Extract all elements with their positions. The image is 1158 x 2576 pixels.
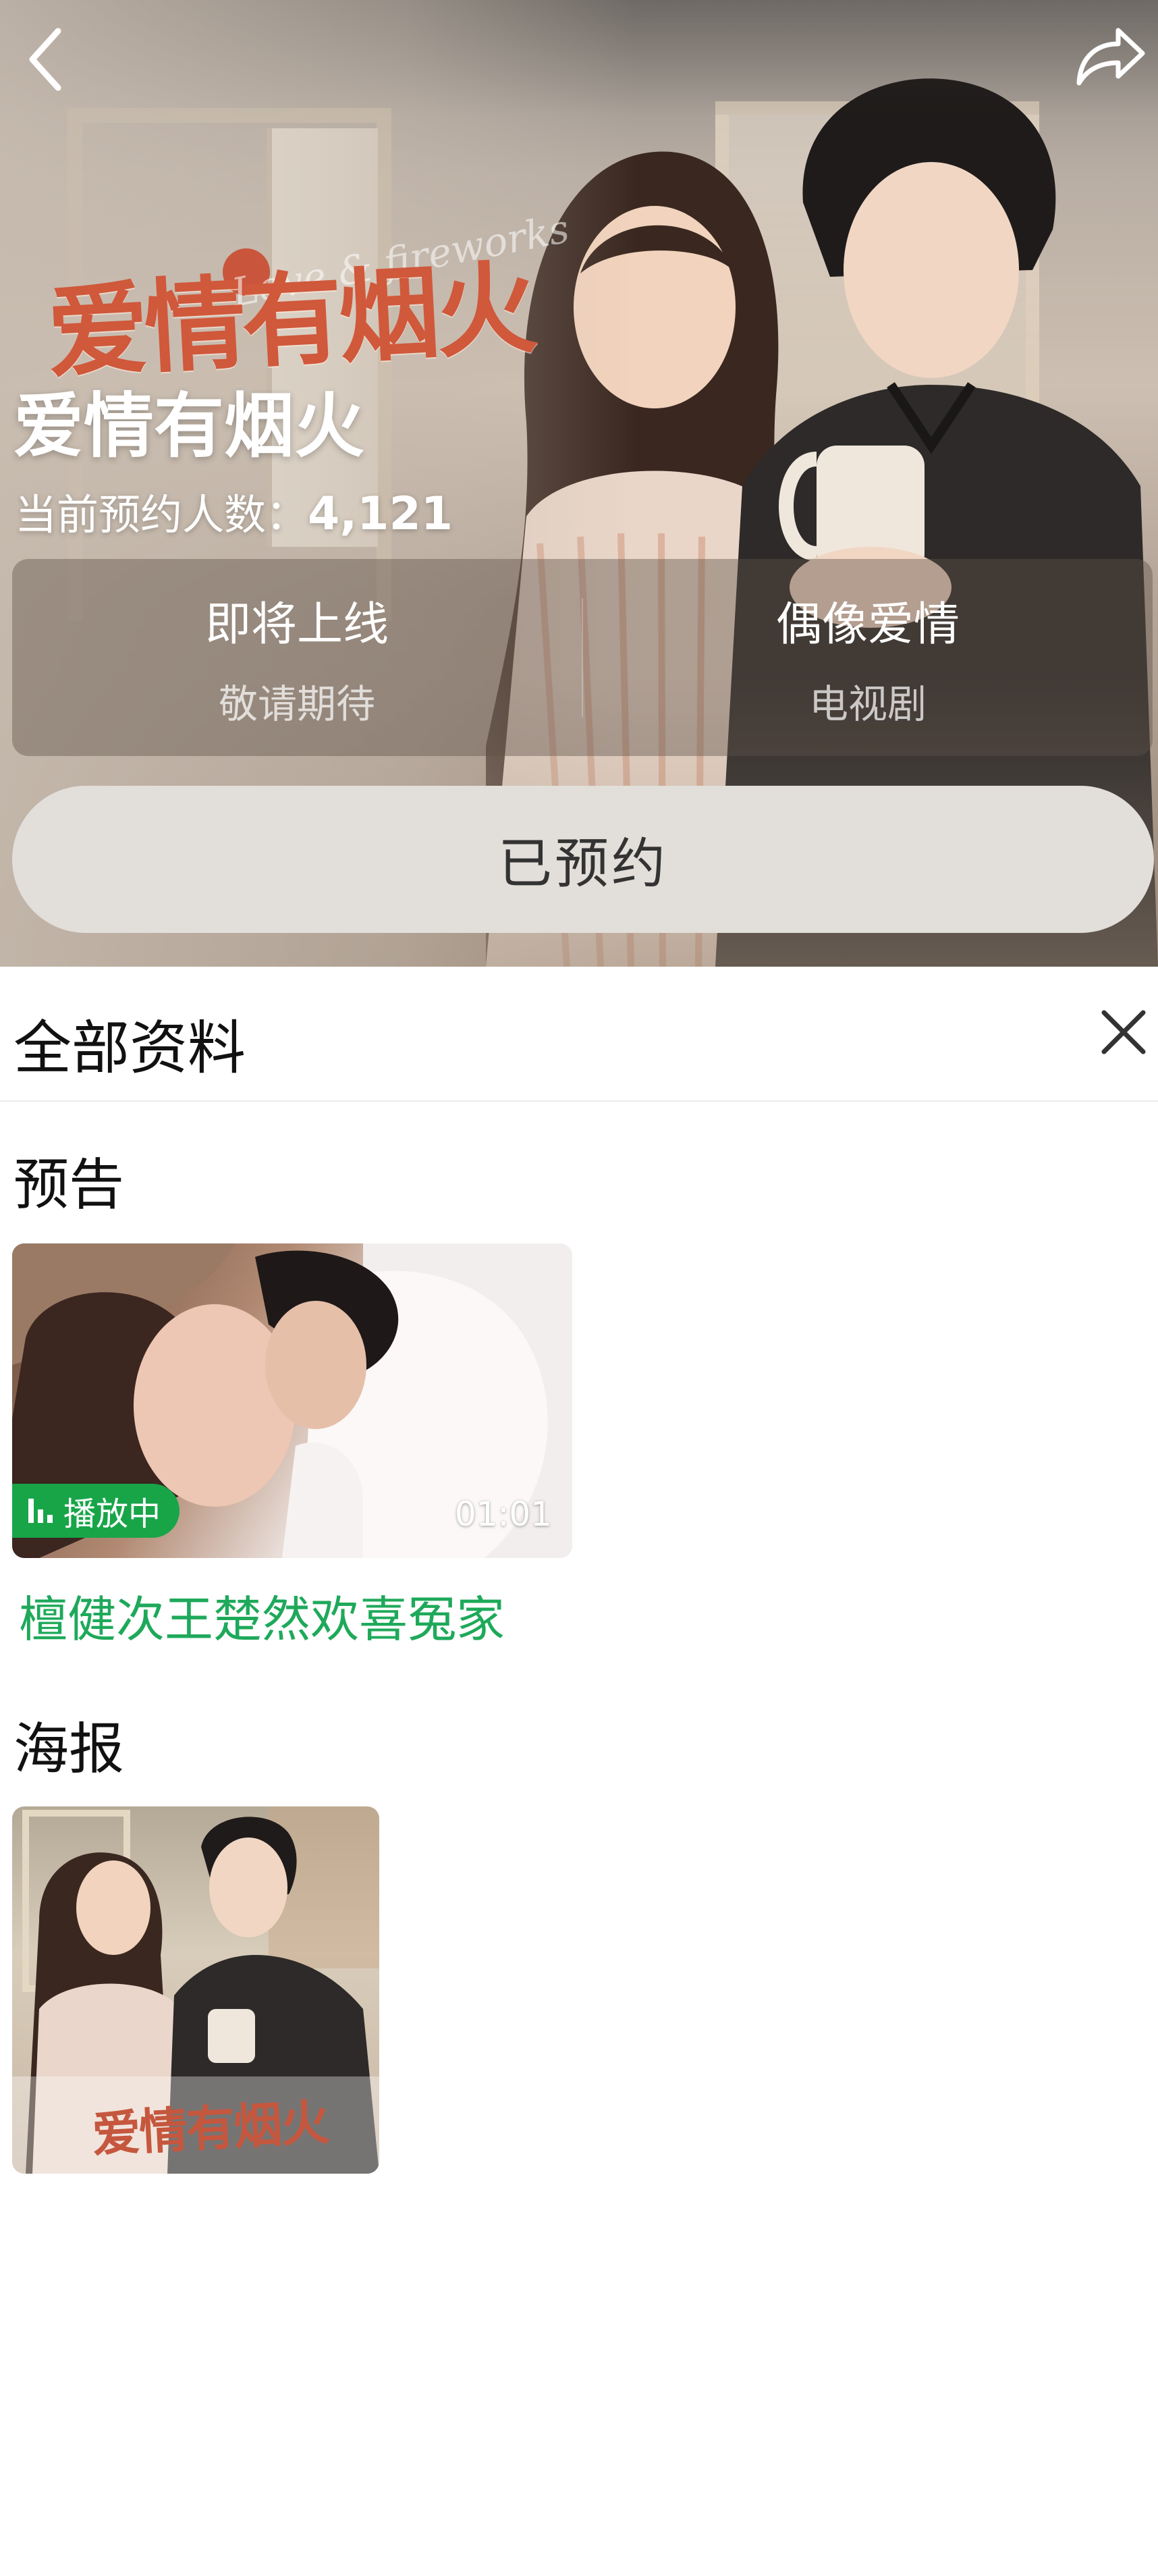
all-info-sheet: 全部资料 预告 播放中 01:01 檀健次王楚然欢喜冤家 海报 爱情有烟火 xyxy=(0,967,1158,2576)
close-icon xyxy=(1101,1010,1146,1054)
now-playing-label: 播放中 xyxy=(63,1495,161,1533)
trailer-section-title: 预告 xyxy=(13,1153,125,1217)
release-status-sub: 敬请期待 xyxy=(218,680,375,727)
reservation-count-row: 当前预约人数：4,121 xyxy=(15,481,453,541)
share-forward-icon xyxy=(1076,28,1145,86)
trailer-caption-link[interactable]: 檀健次王楚然欢喜冤家 xyxy=(19,1580,505,1651)
trailer-video-thumbnail[interactable]: 播放中 01:01 xyxy=(12,1243,572,1558)
sheet-title: 全部资料 xyxy=(13,1015,246,1082)
chevron-left-icon xyxy=(29,28,61,91)
audio-bars-icon xyxy=(28,1499,53,1523)
sheet-header: 全部资料 xyxy=(0,967,1158,1102)
back-button[interactable] xyxy=(19,26,73,93)
reserved-button[interactable]: 已预约 xyxy=(12,786,1154,933)
show-logo: 爱情有烟火 xyxy=(44,248,536,393)
video-duration: 01:01 xyxy=(454,1495,552,1534)
release-status: 即将上线 xyxy=(204,597,389,651)
now-playing-badge: 播放中 xyxy=(12,1484,180,1538)
genre-column: 偶像爱情 电视剧 xyxy=(583,559,1153,756)
hero-banner: Love & fireworks 爱情有烟火 爱情有烟火 当前预约人数：4,12… xyxy=(0,0,1158,967)
show-info-card: 即将上线 敬请期待 偶像爱情 电视剧 xyxy=(12,559,1153,756)
poster-thumbnail[interactable]: 爱情有烟火 xyxy=(12,1806,379,2174)
show-title: 爱情有烟火 xyxy=(13,385,365,467)
poster-logo: 爱情有烟火 xyxy=(90,2093,330,2164)
reservation-count: 4,121 xyxy=(308,487,453,541)
genre-type: 电视剧 xyxy=(808,680,927,727)
reservation-label: 当前预约人数： xyxy=(15,490,308,539)
release-status-column: 即将上线 敬请期待 xyxy=(12,559,582,756)
share-button[interactable] xyxy=(1073,19,1147,93)
close-button[interactable] xyxy=(1093,1002,1154,1063)
genre: 偶像爱情 xyxy=(775,597,960,651)
poster-section-title: 海报 xyxy=(13,1717,125,1781)
